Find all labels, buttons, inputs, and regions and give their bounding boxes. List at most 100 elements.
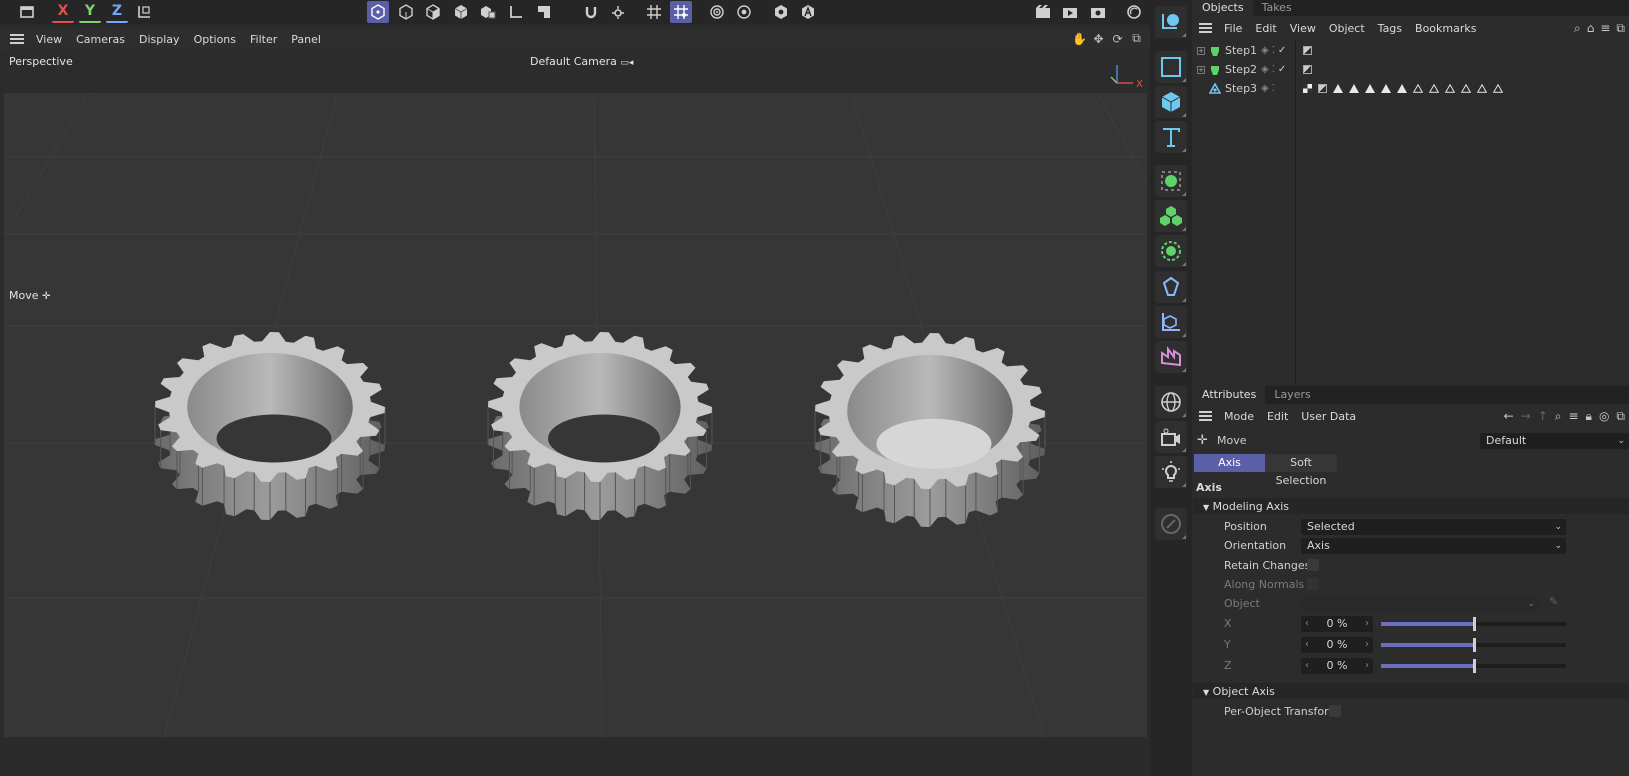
- snap-magnet-icon[interactable]: [580, 1, 602, 23]
- selection-tag-icon[interactable]: [1381, 84, 1391, 93]
- model-mode-icon[interactable]: [367, 1, 389, 23]
- gear-step3[interactable]: [814, 333, 1046, 527]
- layer-icon[interactable]: ◈: [1261, 83, 1269, 94]
- cube-primitive-icon[interactable]: [1155, 86, 1187, 118]
- uvw-tag-icon[interactable]: [1303, 84, 1312, 93]
- attributes-menu-mode[interactable]: Mode: [1224, 410, 1254, 423]
- phong-tag-icon[interactable]: [1303, 65, 1312, 74]
- viewport-menu-filter[interactable]: Filter: [250, 33, 277, 46]
- target-icon[interactable]: ◎: [1599, 409, 1609, 424]
- viewport-menu-display[interactable]: Display: [139, 33, 180, 46]
- phong-tag-icon[interactable]: [1318, 84, 1327, 93]
- symmetry-icon[interactable]: [733, 1, 755, 23]
- selection-tag-outline-icon[interactable]: [1429, 84, 1439, 93]
- point-mode-icon[interactable]: [395, 1, 417, 23]
- attributes-menu-user-data[interactable]: User Data: [1301, 410, 1356, 423]
- selection-tag-icon[interactable]: [1365, 84, 1375, 93]
- forward-arrow-icon[interactable]: →: [1521, 409, 1531, 424]
- axis-mode-icon[interactable]: [505, 1, 527, 23]
- gear-step2[interactable]: [487, 332, 713, 520]
- selection-tag-outline-icon[interactable]: [1445, 84, 1455, 93]
- object-name[interactable]: Step1: [1225, 44, 1257, 57]
- x-value-field[interactable]: ‹ 0 % ›: [1301, 616, 1373, 632]
- layout-switch-icon[interactable]: [1123, 1, 1145, 23]
- increment-arrow-icon[interactable]: ›: [1365, 658, 1369, 674]
- workplane-grid-icon[interactable]: [643, 1, 665, 23]
- attributes-menu-edit[interactable]: Edit: [1267, 410, 1288, 423]
- along-normals-checkbox[interactable]: [1307, 578, 1319, 590]
- axis-x-lock-button[interactable]: X: [52, 1, 74, 23]
- environment-globe-icon[interactable]: [1155, 386, 1187, 418]
- increment-arrow-icon[interactable]: ›: [1365, 616, 1369, 632]
- selection-tag-outline-icon[interactable]: [1461, 84, 1471, 93]
- object-axis-group[interactable]: ▼ Object Axis: [1203, 685, 1275, 698]
- workplane-snap-icon[interactable]: [670, 1, 692, 23]
- object-row-step3[interactable]: Step3 ◈ ⁚: [1193, 79, 1629, 98]
- visibility-dots-icon[interactable]: ⁚: [1272, 64, 1275, 75]
- retain-changes-checkbox[interactable]: [1307, 559, 1319, 571]
- object-name[interactable]: Step2: [1225, 63, 1257, 76]
- move-camera-icon[interactable]: ✥: [1091, 31, 1106, 46]
- coordinate-system-icon[interactable]: [133, 1, 155, 23]
- selection-tag-icon[interactable]: [1333, 84, 1343, 93]
- selection-tag-outline-icon[interactable]: [1413, 84, 1423, 93]
- x-slider[interactable]: [1381, 617, 1566, 631]
- y-slider-knob[interactable]: [1473, 638, 1476, 652]
- subdivision-surface-icon[interactable]: [1155, 165, 1187, 197]
- tab-objects[interactable]: Objects: [1193, 0, 1253, 16]
- spline-generator-icon[interactable]: [1155, 341, 1187, 373]
- objects-menu-tags[interactable]: Tags: [1378, 22, 1402, 35]
- back-arrow-icon[interactable]: ←: [1504, 409, 1514, 424]
- subtab-soft-selection[interactable]: Soft Selection: [1265, 454, 1337, 487]
- objects-menu-object[interactable]: Object: [1329, 22, 1365, 35]
- objects-menu-edit[interactable]: Edit: [1255, 22, 1276, 35]
- render-view-icon[interactable]: [1032, 1, 1054, 23]
- tab-layers[interactable]: Layers: [1265, 386, 1319, 404]
- render-settings-icon[interactable]: [1087, 1, 1109, 23]
- x-slider-knob[interactable]: [1473, 617, 1476, 631]
- decrement-arrow-icon[interactable]: ‹: [1305, 637, 1309, 653]
- viewport-hamburger-icon[interactable]: [10, 34, 24, 44]
- filter-icon[interactable]: ≡: [1600, 21, 1610, 36]
- y-value-field[interactable]: ‹ 0 % ›: [1301, 637, 1373, 653]
- tab-attributes[interactable]: Attributes: [1193, 386, 1266, 404]
- objects-menu-file[interactable]: File: [1224, 22, 1242, 35]
- lock-shape-icon[interactable]: [770, 1, 792, 23]
- camera-object-icon[interactable]: [1155, 421, 1187, 453]
- object-link-field[interactable]: ⌄: [1301, 596, 1539, 612]
- deformer-icon[interactable]: [1155, 271, 1187, 303]
- axis-y-lock-button[interactable]: Y: [79, 1, 101, 23]
- cloner-icon[interactable]: [1155, 200, 1187, 232]
- field-icon[interactable]: [1155, 306, 1187, 338]
- new-window-icon[interactable]: ⧉: [1616, 409, 1625, 424]
- rotate-camera-icon[interactable]: ⟳: [1110, 31, 1125, 46]
- light-object-icon[interactable]: [1155, 456, 1187, 488]
- visibility-dots-icon[interactable]: ⁚: [1272, 45, 1275, 56]
- maximize-view-icon[interactable]: ⧉: [1129, 31, 1144, 46]
- 3d-viewport[interactable]: Perspective Default Camera ▭◂ Move ✛ X: [4, 51, 1147, 737]
- auto-key-icon[interactable]: [797, 1, 819, 23]
- selection-tag-icon[interactable]: [1349, 84, 1359, 93]
- uv-mode-icon[interactable]: [477, 1, 499, 23]
- live-selection-icon[interactable]: [1155, 6, 1187, 38]
- viewport-menu-panel[interactable]: Panel: [291, 33, 321, 46]
- home-icon[interactable]: ⌂: [1587, 21, 1595, 36]
- polygon-mode-icon[interactable]: [450, 1, 472, 23]
- object-row-step2[interactable]: + Step2 ◈ ⁚ ✓: [1193, 60, 1629, 79]
- enable-tweak-icon[interactable]: [533, 1, 555, 23]
- selection-tag-icon[interactable]: [1397, 84, 1407, 93]
- selection-tag-outline-icon[interactable]: [1477, 84, 1487, 93]
- position-dropdown[interactable]: Selected ⌄: [1301, 519, 1566, 535]
- enabled-check-icon[interactable]: ✓: [1278, 45, 1286, 56]
- object-name[interactable]: Step3: [1225, 82, 1257, 95]
- new-window-icon[interactable]: ⧉: [1616, 21, 1625, 36]
- decrement-arrow-icon[interactable]: ‹: [1305, 616, 1309, 632]
- sketch-tool-icon[interactable]: [1155, 508, 1187, 540]
- z-slider-knob[interactable]: [1473, 659, 1476, 673]
- layer-icon[interactable]: ◈: [1261, 45, 1269, 56]
- enabled-check-icon[interactable]: ✓: [1278, 64, 1286, 75]
- axis-z-lock-button[interactable]: Z: [106, 1, 128, 23]
- subtab-axis[interactable]: Axis: [1194, 454, 1265, 472]
- increment-arrow-icon[interactable]: ›: [1365, 637, 1369, 653]
- layer-icon[interactable]: ◈: [1261, 64, 1269, 75]
